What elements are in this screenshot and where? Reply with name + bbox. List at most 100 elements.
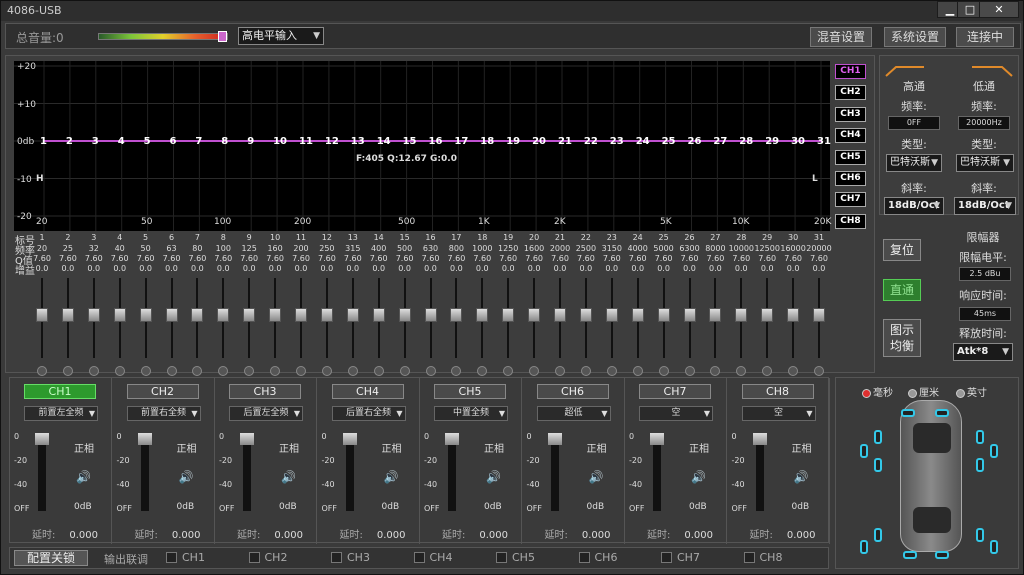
graphic-eq-button[interactable]: 图示 均衡 xyxy=(883,319,921,357)
band-select-dot[interactable] xyxy=(580,366,591,376)
band-gain-slider[interactable] xyxy=(761,278,774,376)
speaker-mute-icon[interactable]: 🔊 xyxy=(589,470,604,484)
link-checkbox[interactable] xyxy=(413,552,425,563)
speaker-icon[interactable] xyxy=(901,409,915,417)
output-level-slider[interactable] xyxy=(547,433,562,511)
band-gain-slider[interactable] xyxy=(113,278,126,376)
band-marker[interactable]: 8 xyxy=(221,136,228,147)
band-gain-slider[interactable] xyxy=(295,278,307,376)
output-channel-toggle[interactable]: CH2 xyxy=(126,384,199,399)
band-marker[interactable]: 15 xyxy=(403,136,417,147)
phase-toggle[interactable]: 正相 xyxy=(689,440,709,455)
band-marker[interactable]: 23 xyxy=(610,136,624,147)
slider-knob[interactable] xyxy=(502,308,515,322)
band-gain-slider[interactable] xyxy=(346,278,359,376)
speaker-icon[interactable] xyxy=(903,551,917,559)
band-select-dot[interactable] xyxy=(399,366,410,376)
mix-settings-button[interactable]: 混音设置 xyxy=(810,27,872,47)
link-checkbox[interactable] xyxy=(166,552,177,563)
band-gain-slider[interactable] xyxy=(139,278,152,376)
speaker-icon[interactable] xyxy=(874,458,882,472)
output-assign-select[interactable]: 前置右全频 ▼ xyxy=(126,406,201,421)
band-marker[interactable]: 29 xyxy=(765,136,779,147)
output-assign-select[interactable]: 空 ▼ xyxy=(741,406,816,421)
phase-toggle[interactable]: 正相 xyxy=(177,440,197,455)
band-select-dot[interactable] xyxy=(347,366,358,376)
channel-select-ch2[interactable]: CH2 xyxy=(835,85,866,101)
slider-knob[interactable] xyxy=(424,308,437,322)
output-level-slider[interactable] xyxy=(650,433,664,511)
band-gain-slider[interactable] xyxy=(320,278,333,376)
speaker-mute-icon[interactable]: 🔊 xyxy=(179,470,194,484)
band-select-dot[interactable] xyxy=(140,366,151,376)
band-gain-slider[interactable] xyxy=(243,278,256,376)
band-marker[interactable]: 14 xyxy=(377,136,391,147)
speaker-icon[interactable] xyxy=(976,528,984,542)
band-select-dot[interactable] xyxy=(632,366,643,376)
lp-slope-select[interactable]: 18dB/Oct ▼ xyxy=(954,197,1016,215)
output-channel-toggle[interactable]: CH5 xyxy=(434,384,506,399)
output-assign-select[interactable]: 超低 ▼ xyxy=(536,406,611,421)
hp-freq-value[interactable]: 0FF xyxy=(888,116,940,130)
band-gain-slider[interactable] xyxy=(217,278,230,376)
band-select-dot[interactable] xyxy=(555,366,565,376)
phase-toggle[interactable]: 正相 xyxy=(74,440,94,455)
channel-select-ch1[interactable]: CH1 xyxy=(835,64,866,79)
band-select-dot[interactable] xyxy=(192,366,203,376)
slider-knob[interactable] xyxy=(528,308,541,322)
band-marker[interactable]: 26 xyxy=(688,136,702,147)
slider-knob[interactable] xyxy=(295,308,307,322)
input-select[interactable]: 高电平输入 ▼ xyxy=(238,27,324,45)
band-gain-slider[interactable] xyxy=(87,278,100,376)
output-level-slider[interactable] xyxy=(137,433,152,511)
band-marker[interactable]: 2 xyxy=(66,136,73,147)
band-marker[interactable]: 25 xyxy=(662,136,676,147)
delay-value[interactable]: 0.000 xyxy=(582,530,611,541)
slider-knob[interactable] xyxy=(605,308,618,322)
output-level-slider[interactable] xyxy=(445,433,459,511)
band-marker[interactable]: 5 xyxy=(144,136,151,147)
delay-value[interactable]: 0.000 xyxy=(787,530,816,541)
link-checkbox[interactable] xyxy=(496,552,507,563)
band-gain-slider[interactable] xyxy=(269,278,282,376)
band-select-dot[interactable] xyxy=(762,366,773,376)
delay-value[interactable]: 0.000 xyxy=(479,530,508,541)
band-marker[interactable]: 30 xyxy=(791,136,805,147)
output-level-slider[interactable] xyxy=(35,433,49,511)
unit-ms-radio[interactable]: 毫秒 xyxy=(862,384,893,399)
hp-type-select[interactable]: 巴特沃斯 ▼ xyxy=(886,154,942,172)
slider-knob[interactable] xyxy=(450,308,463,322)
slider-knob[interactable] xyxy=(87,308,100,322)
band-gain-slider[interactable] xyxy=(424,278,437,376)
band-marker[interactable]: 28 xyxy=(739,136,753,147)
output-assign-select[interactable]: 后置左全频 ▼ xyxy=(229,406,303,421)
system-settings-button[interactable]: 系统设置 xyxy=(884,27,946,47)
band-gain-slider[interactable] xyxy=(61,278,74,376)
speaker-icon[interactable] xyxy=(874,528,882,542)
slider-knob[interactable] xyxy=(579,308,592,322)
close-button[interactable]: ✕ xyxy=(979,1,1019,18)
slider-knob[interactable] xyxy=(657,308,670,322)
output-level-knob[interactable] xyxy=(752,433,767,445)
output-level-knob[interactable] xyxy=(342,433,357,445)
output-level-slider[interactable] xyxy=(752,433,767,511)
delay-value[interactable]: 0.000 xyxy=(274,530,303,541)
slider-knob[interactable] xyxy=(113,308,126,322)
band-gain-slider[interactable] xyxy=(191,278,204,376)
band-gain-slider[interactable] xyxy=(579,278,592,376)
band-marker[interactable]: 16 xyxy=(429,136,443,147)
output-level-slider[interactable] xyxy=(240,433,254,511)
slider-knob[interactable] xyxy=(761,308,774,322)
band-select-dot[interactable] xyxy=(814,366,824,376)
slider-knob[interactable] xyxy=(61,308,74,322)
band-gain-slider[interactable] xyxy=(476,278,489,376)
band-select-dot[interactable] xyxy=(503,366,514,376)
slider-knob[interactable] xyxy=(787,308,800,322)
unit-inch-radio[interactable]: 英寸 xyxy=(956,384,987,399)
band-marker[interactable]: 27 xyxy=(713,136,727,147)
eq-graph[interactable] xyxy=(14,61,830,231)
output-assign-select[interactable]: 中置全频 ▼ xyxy=(434,406,508,421)
band-select-dot[interactable] xyxy=(37,366,47,376)
speaker-icon[interactable] xyxy=(860,540,868,554)
volume-thumb[interactable] xyxy=(218,31,227,42)
